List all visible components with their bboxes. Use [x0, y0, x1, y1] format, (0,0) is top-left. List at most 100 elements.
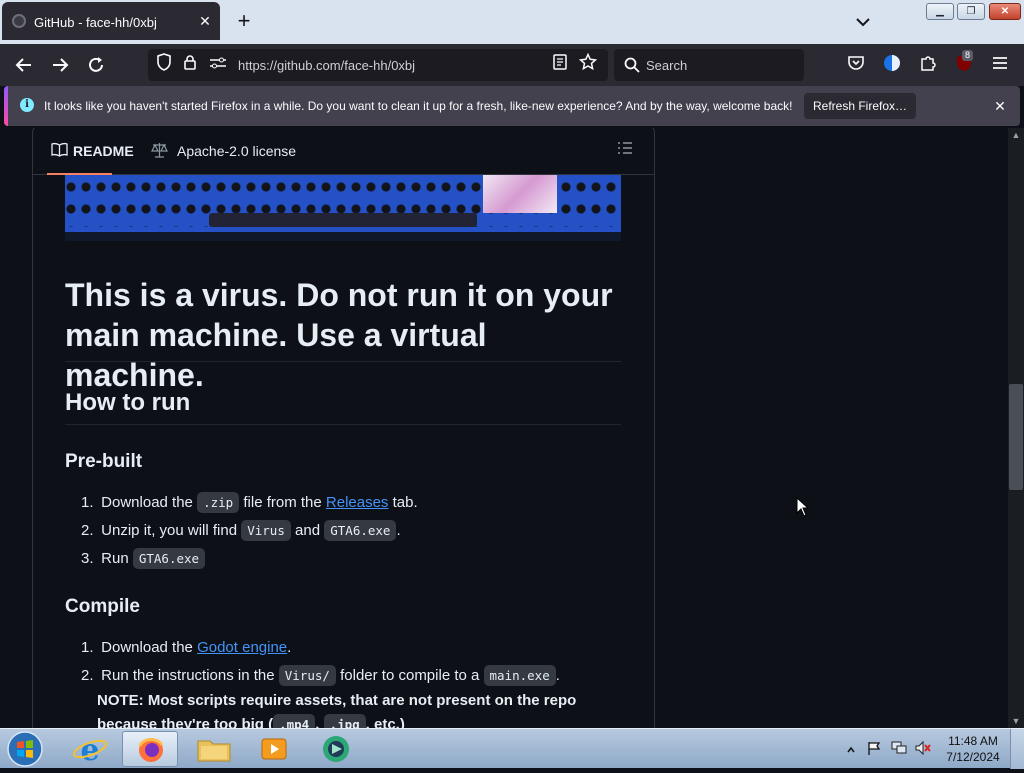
network-icon[interactable] [890, 740, 908, 761]
browser-tab[interactable]: GitHub - face-hh/0xbj ✕ [2, 2, 220, 40]
bookmark-star-icon[interactable] [576, 52, 600, 77]
firefox-taskbar-icon[interactable] [122, 731, 178, 767]
url-text: https://github.com/face-hh/0xbj [238, 58, 416, 73]
list-item: 1. Download the Godot engine. [81, 634, 621, 662]
green-app-icon[interactable] [308, 731, 364, 767]
mouse-cursor-icon [796, 496, 810, 517]
refresh-firefox-button[interactable]: Refresh Firefox… [804, 93, 916, 119]
reader-view-icon[interactable] [548, 53, 572, 77]
step-text: . [287, 639, 292, 656]
pocket-icon[interactable] [844, 53, 868, 77]
tab-license-label: Apache-2.0 license [177, 143, 297, 159]
screenshot-anime-window [483, 175, 557, 213]
step-text: Run the instructions in the [101, 667, 279, 684]
dark-reader-extension-icon[interactable] [880, 53, 904, 77]
list-item: 1. Download the .zip file from the Relea… [81, 489, 621, 517]
step-text: . [396, 522, 401, 539]
list-number: 1. [81, 494, 94, 511]
window-close-button[interactable]: ✕ [989, 3, 1021, 20]
ublock-count-badge: 8 [962, 50, 974, 61]
window-restore-button[interactable]: ❐ [957, 3, 985, 20]
heading-compile: Compile [65, 596, 140, 617]
close-tab-icon[interactable]: ✕ [196, 12, 214, 30]
list-number: 1. [81, 639, 94, 656]
step-text: Run [101, 550, 133, 567]
readme-heading-warning: This is a virus. Do not run it on your m… [65, 277, 613, 393]
show-hidden-icons-chevron-icon[interactable] [846, 742, 856, 760]
hamburger-menu-icon[interactable] [988, 53, 1012, 77]
list-number: 3. [81, 550, 94, 567]
step-text: and [290, 522, 325, 539]
permissions-icon[interactable] [206, 53, 230, 77]
outline-list-icon[interactable] [617, 141, 637, 161]
step-text: . [555, 667, 560, 684]
step-text: Download the [101, 494, 198, 511]
tab-readme-label: README [73, 143, 134, 159]
taskbar-clock[interactable]: 11:48 AM 7/12/2024 [938, 733, 1008, 765]
inline-code: main.exe [483, 665, 556, 686]
tab-license[interactable]: Apache-2.0 license [151, 143, 296, 159]
inline-code: GTA6.exe [132, 548, 206, 569]
heading-divider [65, 424, 621, 425]
file-explorer-icon[interactable] [186, 731, 242, 767]
screenshot-media-player [209, 213, 477, 227]
prebuilt-steps-list: 1. Download the .zip file from the Relea… [81, 489, 621, 573]
note-text: , etc.) [365, 716, 405, 728]
scrollbar-thumb[interactable] [1009, 384, 1023, 490]
lock-icon[interactable] [178, 53, 202, 77]
list-item: 3. Run GTA6.exe [81, 545, 621, 573]
search-bar[interactable]: Search [614, 49, 804, 81]
list-item: 2. Run the instructions in the Virus/ fo… [81, 662, 621, 690]
back-arrow-icon[interactable] [12, 53, 36, 77]
start-button-windows-logo-icon[interactable] [6, 730, 46, 768]
heading-pre-built: Pre-built [65, 451, 143, 472]
windows-taskbar: e 11:48 AM 7/12/2024 [0, 728, 1024, 769]
step-text: folder to compile to a [335, 667, 484, 684]
info-icon: i [20, 98, 34, 112]
tab-readme[interactable]: README [47, 128, 134, 175]
refresh-firefox-notification: i It looks like you haven't started Fire… [4, 86, 1020, 126]
readme-screenshot-image [65, 175, 621, 241]
volume-muted-icon[interactable] [914, 740, 932, 761]
screenshot-taskbar [65, 232, 621, 241]
inline-code: .mp4 [273, 714, 316, 728]
list-number: 2. [81, 522, 94, 539]
clock-date: 7/12/2024 [946, 750, 1000, 764]
reload-icon[interactable] [84, 53, 108, 77]
book-icon [51, 142, 68, 162]
page-content: README Apache-2.0 license This is a viru… [0, 128, 1008, 728]
forward-arrow-icon[interactable] [48, 53, 72, 77]
tracking-protection-shield-icon[interactable] [152, 53, 176, 77]
page-scrollbar[interactable]: ▲ ▼ [1008, 128, 1024, 728]
list-number: 2. [81, 667, 94, 684]
close-notification-icon[interactable]: ✕ [990, 96, 1010, 116]
heading-divider [65, 361, 621, 362]
scroll-up-arrow-icon[interactable]: ▲ [1008, 128, 1024, 142]
extensions-puzzle-icon[interactable] [916, 53, 940, 77]
window-minimize-button[interactable]: ▁ [926, 3, 954, 20]
heading-how-to-run: How to run [65, 389, 191, 416]
godot-engine-link[interactable]: Godot engine [197, 639, 287, 656]
inline-code: .jpg [323, 714, 366, 728]
law-scale-icon [151, 142, 168, 161]
inline-code: Virus/ [278, 665, 336, 686]
action-center-flag-icon[interactable] [866, 740, 882, 761]
new-tab-button[interactable]: + [232, 10, 256, 34]
navigation-toolbar: https://github.com/face-hh/0xbj Search 8 [0, 44, 1024, 86]
list-item: 2. Unzip it, you will find Virus and GTA… [81, 517, 621, 545]
notification-message: It looks like you haven't started Firefo… [44, 99, 793, 113]
releases-link[interactable]: Releases [326, 494, 389, 511]
address-bar[interactable]: https://github.com/face-hh/0xbj [148, 49, 608, 81]
scroll-down-arrow-icon[interactable]: ▼ [1008, 714, 1024, 728]
inline-code: GTA6.exe [324, 520, 397, 541]
inline-code: Virus [241, 520, 291, 541]
list-all-tabs-chevron-icon[interactable] [852, 12, 874, 32]
step-text: tab. [388, 494, 418, 511]
show-desktop-button[interactable] [1010, 729, 1024, 769]
compile-steps-list: 1. Download the Godot engine. 2. Run the… [81, 634, 621, 690]
svg-text:e: e [80, 733, 99, 767]
compile-note: NOTE: Most scripts require assets, that … [97, 689, 617, 728]
internet-explorer-icon[interactable]: e [62, 731, 118, 768]
media-player-icon[interactable] [246, 731, 302, 767]
clock-time: 11:48 AM [948, 734, 998, 748]
